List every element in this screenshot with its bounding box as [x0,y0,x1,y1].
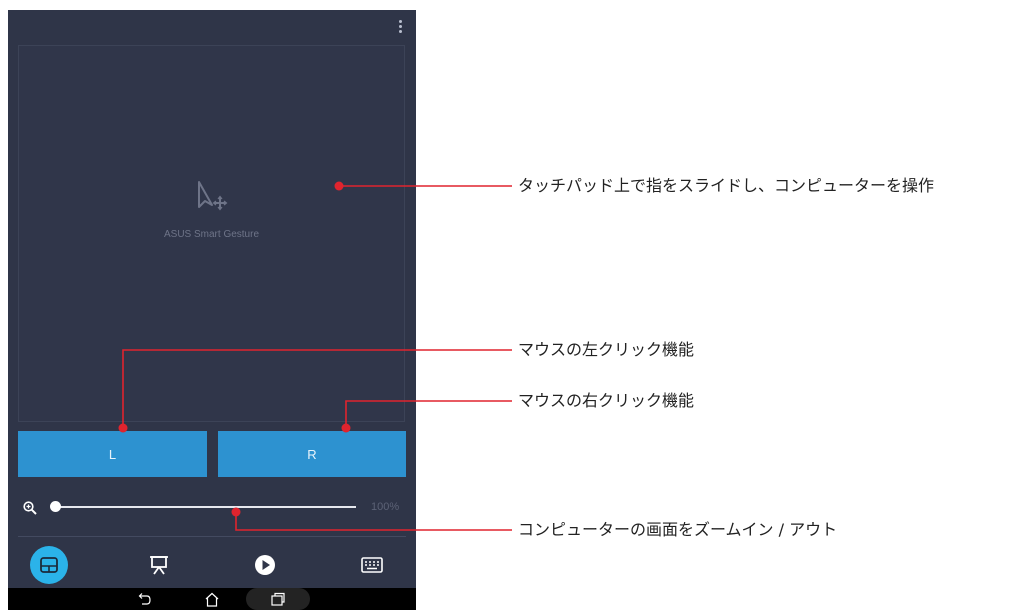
callout-dot-left-click [118,423,128,433]
callout-dot-touchpad [334,181,344,191]
callout-line-right-click [345,400,512,428]
callout-line-left-click [122,349,512,428]
callout-line-zoom [235,512,512,531]
callout-dot-right-click [341,423,351,433]
callout-zoom: コンピューターの画面をズームイン / アウト [518,520,838,539]
callout-right-click: マウスの右クリック機能 [518,391,695,410]
callout-dot-zoom [231,507,241,517]
callout-touchpad: タッチパッド上で指をスライドし、コンピューターを操作 [518,176,935,195]
callout-left-click: マウスの左クリック機能 [518,340,695,359]
callout-lines [118,181,512,531]
